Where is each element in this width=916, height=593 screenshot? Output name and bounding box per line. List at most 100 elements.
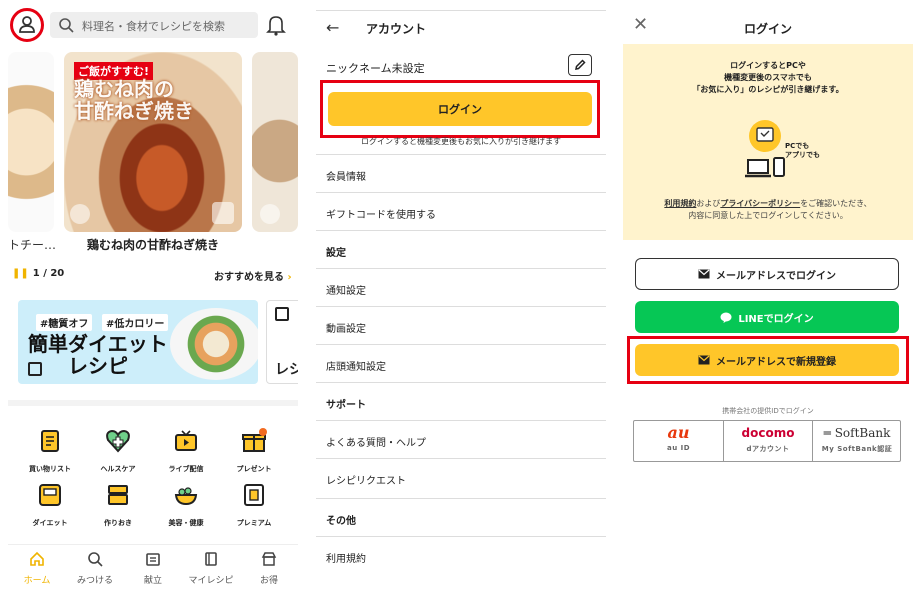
login-info-box: ログインするとPCや 機種変更後のスマホでも 「お気に入り」のレシピが引き継げま… — [623, 44, 913, 240]
grid-item-live[interactable]: ライブ配信 — [152, 428, 220, 478]
salad-bowl-icon — [174, 487, 198, 506]
tab-home[interactable]: ホーム — [8, 551, 66, 586]
legal-note: 利用規約およびプライバシーポリシーをご確認いただき、 内容に同意した上でログイン… — [664, 199, 872, 220]
au-login-button[interactable]: au au ID — [634, 421, 723, 461]
line-chat-icon — [720, 312, 732, 323]
nickname-label: ニックネーム未設定 — [326, 62, 425, 75]
favorite-folder-icon[interactable] — [212, 202, 234, 224]
recipe-caption-featured[interactable]: 鶏むね肉の甘酢ねぎ焼き — [64, 236, 242, 253]
shopping-list-icon — [41, 430, 59, 452]
search-icon — [59, 18, 74, 33]
chevron-right-icon: › — [287, 272, 292, 283]
search-input[interactable]: 料理名・食材でレシピを検索 — [50, 12, 258, 38]
menu-plan-icon — [146, 553, 160, 566]
shop-icon — [261, 552, 277, 566]
grid-item-premium[interactable]: プレミアム — [220, 482, 288, 532]
grid-item-present[interactable]: プレゼント — [220, 428, 288, 478]
tab-menu-plan[interactable]: 献立 — [124, 551, 182, 586]
line-login-button[interactable]: LINEでログイン — [635, 301, 899, 333]
mail-icon — [698, 355, 710, 365]
divider — [8, 400, 298, 406]
carrier-login-group: au au ID docomo dアカウント ═ SoftBank My Sof… — [633, 420, 901, 462]
tab-deals[interactable]: お得 — [240, 551, 298, 586]
next-banner[interactable]: レシ — [266, 300, 298, 384]
login-screen: ✕ ログイン ログインするとPCや 機種変更後のスマホでも 「お気に入り」のレシ… — [623, 0, 913, 593]
sound-icon[interactable] — [260, 204, 280, 224]
search-icon — [88, 552, 103, 567]
notebook-icon — [205, 552, 217, 566]
pencil-icon — [575, 59, 586, 70]
docomo-login-button[interactable]: docomo dアカウント — [723, 421, 812, 461]
banner-tag: #低カロリー — [102, 314, 169, 331]
svg-text:PCでも: PCでも — [785, 142, 809, 150]
home-header: 料理名・食材でレシピを検索 — [8, 8, 298, 42]
softbank-logo: ═ SoftBank — [823, 426, 891, 440]
healthcare-icon — [106, 429, 130, 453]
docomo-logo: docomo — [741, 426, 795, 440]
recipe-card-prev[interactable] — [8, 52, 54, 232]
banner-tag: #糖質オフ — [36, 314, 93, 331]
au-logo: au — [667, 423, 690, 442]
premium-icon — [244, 484, 264, 506]
next-banner-title: レシ — [275, 362, 298, 378]
user-icon — [19, 16, 35, 33]
mail-icon — [698, 269, 710, 279]
menu-video-settings[interactable]: 動画設定 — [316, 306, 606, 344]
login-button[interactable]: ログイン — [328, 92, 592, 126]
menu-member-info[interactable]: 会員情報 — [316, 154, 606, 192]
sound-icon[interactable] — [70, 204, 90, 224]
home-icon — [30, 551, 44, 566]
softbank-login-button[interactable]: ═ SoftBank My SoftBank認証 — [812, 421, 901, 461]
softbank-mark-icon: ═ — [823, 426, 831, 440]
featured-carousel[interactable]: ご飯がすすむ! 鶏むね肉の 甘酢ねぎ焼き トチー… 鶏むね肉の甘酢ねぎ焼き — [8, 52, 298, 262]
email-login-button[interactable]: メールアドレスでログイン — [635, 258, 899, 290]
app-logo-icon — [275, 307, 289, 321]
dish-image — [170, 308, 258, 380]
present-icon — [242, 428, 267, 452]
menu-faq[interactable]: よくある質問・ヘルプ — [316, 420, 606, 458]
login-note: ログインすると機種変更後もお気に入りが引き継げます — [361, 137, 561, 146]
grid-item-meal-prep[interactable]: 作りおき — [84, 482, 152, 532]
section-support: サポート — [316, 382, 606, 420]
tab-my-recipe[interactable]: マイレシピ — [182, 551, 240, 586]
terms-link[interactable]: 利用規約 — [664, 199, 696, 208]
privacy-policy-link[interactable]: プライバシーポリシー — [720, 199, 800, 208]
carousel-pager[interactable]: ❚❚ 1 / 20 — [12, 268, 64, 279]
scale-icon — [39, 484, 61, 506]
edit-nickname-button[interactable] — [568, 54, 592, 76]
email-signup-button[interactable]: メールアドレスで新規登録 — [635, 344, 899, 376]
home-screen: 料理名・食材でレシピを検索 ご飯がすすむ! 鶏むね肉の 甘酢ねぎ焼き トチー… … — [8, 0, 298, 593]
menu-terms[interactable]: 利用規約 — [316, 536, 606, 574]
grid-item-beauty[interactable]: 美容・健康 — [152, 482, 220, 532]
carrier-login-note: 携帯会社の提供IDでログイン — [722, 407, 814, 415]
info-text: ログインするとPCや 機種変更後のスマホでも 「お気に入り」のレシピが引き継げま… — [692, 61, 844, 94]
svg-text:アプリでも: アプリでも — [785, 150, 820, 159]
banner-title: 簡単ダイエット レシピ — [28, 332, 168, 378]
devices-illustration: PCでも アプリでも — [745, 120, 820, 178]
recipe-caption-prev: トチー… — [8, 238, 57, 252]
grid-item-diet[interactable]: ダイエット — [16, 482, 84, 532]
tab-discover[interactable]: みつける — [66, 551, 124, 586]
back-arrow-icon[interactable]: ← — [326, 18, 339, 37]
containers-icon — [108, 485, 128, 505]
menu-recipe-request[interactable]: レシピリクエスト — [316, 458, 606, 496]
recipe-card-next[interactable] — [252, 52, 298, 232]
live-tv-icon — [175, 430, 197, 451]
section-other: その他 — [316, 498, 606, 536]
app-logo-icon — [28, 362, 42, 376]
grid-item-shopping-list[interactable]: 買い物リスト — [16, 428, 84, 478]
pause-icon: ❚❚ — [12, 268, 29, 279]
recipe-card-featured[interactable]: ご飯がすすむ! 鶏むね肉の 甘酢ねぎ焼き — [64, 52, 242, 232]
featured-overlay-title: 鶏むね肉の 甘酢ねぎ焼き — [74, 77, 194, 123]
menu-notification-settings[interactable]: 通知設定 — [316, 268, 606, 306]
account-avatar-button[interactable] — [10, 8, 44, 42]
bell-icon[interactable] — [266, 14, 286, 36]
menu-gift-code[interactable]: ギフトコードを使用する — [316, 192, 606, 230]
grid-item-healthcare[interactable]: ヘルスケア — [84, 428, 152, 478]
page-title: ログイン — [743, 22, 792, 36]
page-title: アカウント — [366, 22, 427, 36]
diet-recipe-banner[interactable]: #糖質オフ #低カロリー 簡単ダイエット レシピ — [18, 300, 258, 384]
see-more-link[interactable]: おすすめを見る › — [214, 268, 292, 283]
bottom-tab-bar: ホーム みつける 献立 マイレシピ お得 — [8, 544, 298, 586]
menu-store-notification[interactable]: 店頭通知設定 — [316, 344, 606, 382]
